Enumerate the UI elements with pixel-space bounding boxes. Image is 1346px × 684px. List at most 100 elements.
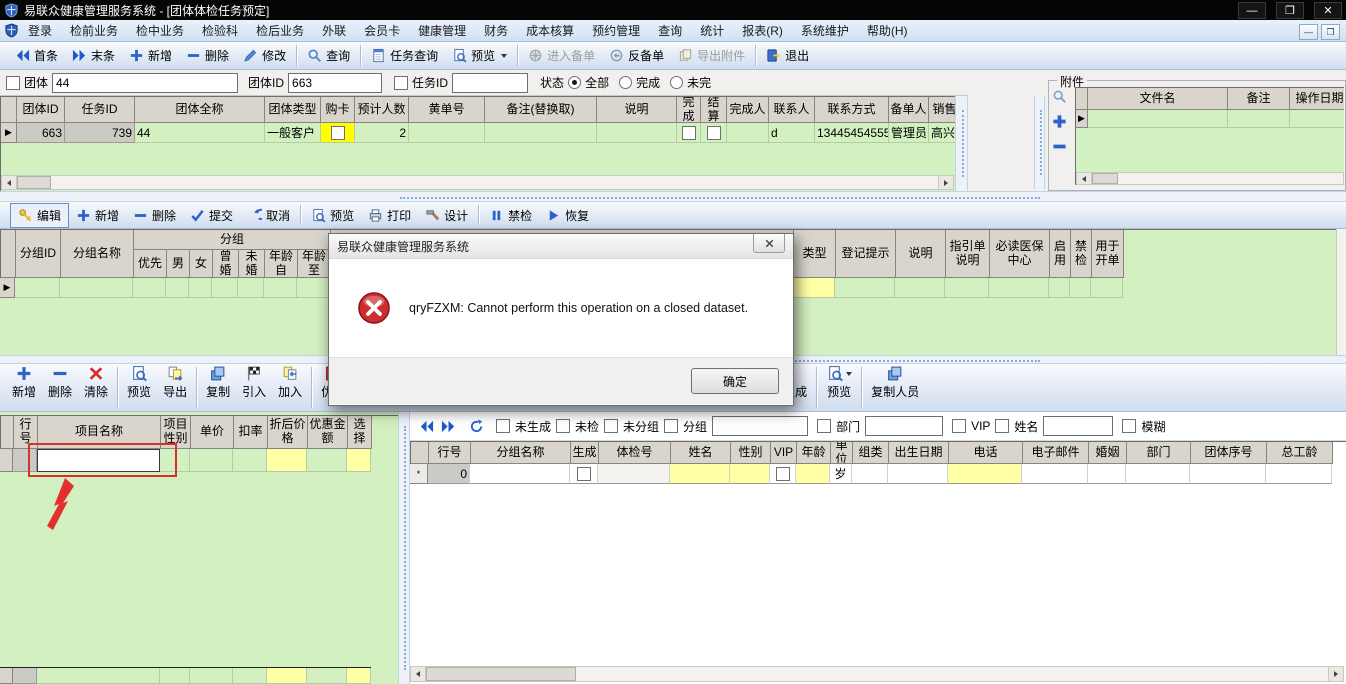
vip-checkbox[interactable]	[952, 419, 967, 433]
person-scroll-right[interactable]	[1328, 667, 1343, 681]
department-input[interactable]	[865, 416, 944, 436]
menu-item-external[interactable]: 外联	[313, 20, 355, 41]
attachment-splitter[interactable]	[1034, 96, 1045, 189]
menu-item-reports[interactable]: 报表(R)	[733, 20, 792, 41]
person-grid-hscrollbar[interactable]	[410, 666, 1344, 682]
task-row[interactable]: ▶ 663 739 44 一般客户 2 d 13445454555 管理员 高兴	[1, 123, 961, 143]
add-button[interactable]: 新增	[122, 44, 179, 67]
vip-row-checkbox[interactable]	[775, 466, 790, 481]
attachment-search-icon[interactable]	[1052, 89, 1067, 104]
minimize-button[interactable]: —	[1238, 2, 1266, 19]
menu-item-finance[interactable]: 财务	[475, 20, 517, 41]
group-preview-button[interactable]: 预览	[304, 204, 361, 227]
group-id-input[interactable]	[288, 72, 383, 93]
item-preview-button[interactable]: 预览	[121, 364, 157, 411]
design-button[interactable]: 设计	[418, 204, 475, 227]
person-preview-button[interactable]: 预览	[820, 364, 858, 411]
menu-item-login[interactable]: 登录	[19, 20, 61, 41]
buy-card-checkbox[interactable]	[330, 125, 345, 140]
item-add-button[interactable]: 新增	[6, 364, 42, 411]
reverse-beidan-button[interactable]: 反备单	[602, 44, 671, 67]
person-scroll-left[interactable]	[411, 667, 426, 681]
attachment-add-icon[interactable]	[1052, 114, 1067, 129]
scroll-left-button[interactable]	[2, 176, 17, 189]
grid1-attachment-splitter[interactable]	[955, 96, 968, 191]
mdi-minimize-button[interactable]: —	[1299, 24, 1318, 40]
menu-item-post-exam[interactable]: 检后业务	[247, 20, 313, 41]
item-import-button[interactable]: 引入	[236, 364, 272, 411]
nav-prev-icon[interactable]	[418, 419, 435, 434]
done-checkbox[interactable]	[681, 125, 696, 140]
attachment-scroll-left[interactable]	[1077, 173, 1092, 184]
panel-splitter[interactable]	[398, 412, 410, 684]
menu-item-query[interactable]: 查询	[649, 20, 691, 41]
menu-item-statistics[interactable]: 统计	[691, 20, 733, 41]
status-undone-radio[interactable]	[670, 76, 684, 89]
task-grid-hscrollbar[interactable]	[1, 175, 954, 190]
menu-item-lab[interactable]: 检验科	[193, 20, 247, 41]
attachment-remove-icon[interactable]	[1052, 139, 1067, 154]
name-input[interactable]	[1043, 416, 1114, 436]
exit-button[interactable]: 退出	[759, 44, 816, 67]
cancel-button[interactable]: 取消	[240, 204, 297, 227]
person-scroll-thumb[interactable]	[426, 667, 576, 681]
group-grid-vscrollbar[interactable]	[1336, 229, 1346, 355]
preview-dropdown-caret[interactable]	[501, 53, 508, 58]
menu-item-member-card[interactable]: 会员卡	[355, 20, 409, 41]
ok-button[interactable]: 确定	[691, 368, 779, 394]
task-id-input[interactable]	[452, 72, 529, 93]
department-checkbox[interactable]	[817, 419, 832, 433]
dialog-close-button[interactable]	[753, 234, 785, 253]
attachment-row[interactable]: ▶	[1076, 110, 1344, 128]
upper-horizontal-splitter[interactable]	[0, 191, 1346, 202]
group-checkbox[interactable]	[664, 419, 679, 433]
task-query-button[interactable]: 任务查询	[364, 44, 445, 67]
person-row[interactable]: * 0 岁	[410, 464, 1346, 484]
forbid-check-button[interactable]: 禁检	[482, 204, 539, 227]
scroll-right-button[interactable]	[938, 176, 953, 189]
preview-button[interactable]: 预览	[445, 44, 514, 67]
task-id-checkbox[interactable]	[394, 75, 409, 90]
item-join-button[interactable]: 加入	[272, 364, 308, 411]
modify-button[interactable]: 修改	[236, 44, 293, 67]
settle-checkbox[interactable]	[706, 125, 721, 140]
person-preview-caret[interactable]	[846, 371, 853, 376]
item-delete-button[interactable]: 删除	[42, 364, 78, 411]
scroll-thumb[interactable]	[17, 176, 51, 189]
submit-button[interactable]: 提交	[183, 204, 240, 227]
item-copy-button[interactable]: 复制	[200, 364, 236, 411]
restore-check-button[interactable]: 恢复	[539, 204, 596, 227]
menu-item-in-exam[interactable]: 检中业务	[127, 20, 193, 41]
menu-item-help[interactable]: 帮助(H)	[858, 20, 917, 41]
not-grouped-checkbox[interactable]	[604, 419, 619, 433]
group-filter-checkbox[interactable]	[6, 75, 20, 90]
menu-item-health-mgmt[interactable]: 健康管理	[409, 20, 475, 41]
attachment-scroll-thumb[interactable]	[1092, 173, 1118, 184]
item-clear-button[interactable]: 清除	[78, 364, 114, 411]
query-button[interactable]: 查询	[300, 44, 357, 67]
group-delete-button[interactable]: 删除	[126, 204, 183, 227]
status-all-radio[interactable]	[568, 76, 582, 89]
fuzzy-checkbox[interactable]	[1122, 419, 1137, 433]
refresh-icon[interactable]	[468, 418, 485, 434]
not-generated-checkbox[interactable]	[496, 419, 510, 433]
menu-item-appointment[interactable]: 预约管理	[583, 20, 649, 41]
status-done-radio[interactable]	[619, 76, 633, 89]
not-checked-checkbox[interactable]	[556, 419, 571, 433]
restore-button[interactable]: ❐	[1276, 2, 1304, 19]
group-add-button[interactable]: 新增	[69, 204, 126, 227]
menu-item-maintenance[interactable]: 系统维护	[792, 20, 858, 41]
menu-item-pre-exam[interactable]: 检前业务	[61, 20, 127, 41]
mdi-restore-button[interactable]: ❐	[1321, 24, 1340, 40]
error-dialog-titlebar[interactable]: 易联众健康管理服务系统	[329, 234, 793, 259]
close-button[interactable]: ✕	[1314, 2, 1342, 19]
nav-next-icon[interactable]	[440, 419, 457, 434]
attachment-hscrollbar[interactable]	[1076, 172, 1344, 185]
menu-item-cost[interactable]: 成本核算	[517, 20, 583, 41]
print-button[interactable]: 打印	[361, 204, 418, 227]
item-export-button[interactable]: 导出	[157, 364, 193, 411]
name-checkbox[interactable]	[995, 419, 1010, 433]
delete-button[interactable]: 删除	[179, 44, 236, 67]
group-filter2-input[interactable]	[712, 416, 809, 436]
group-filter-input[interactable]	[52, 72, 239, 93]
